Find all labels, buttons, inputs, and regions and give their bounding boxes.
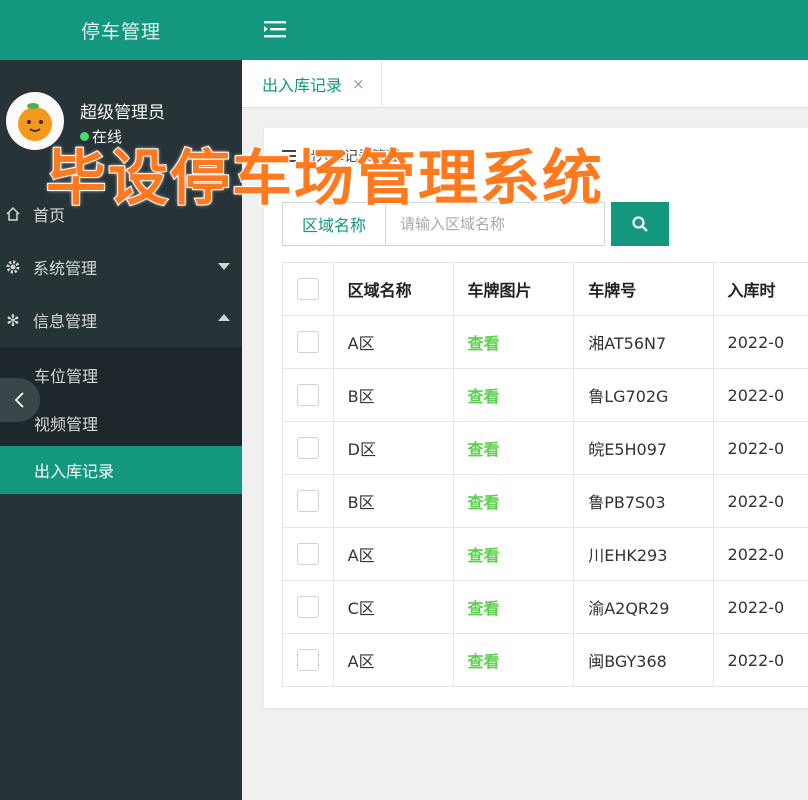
cell-image: 查看: [452, 580, 575, 634]
row-checkbox[interactable]: [297, 384, 319, 406]
view-image-link[interactable]: 查看: [468, 546, 500, 565]
cell-area: B区: [332, 474, 454, 528]
sidebar-item-label: 车位管理: [34, 367, 99, 386]
cell-image: 查看: [452, 474, 575, 528]
view-image-link[interactable]: 查看: [468, 334, 500, 353]
cell-area: A区: [332, 315, 454, 369]
sidebar-item-system[interactable]: 系统管理: [0, 241, 242, 293]
overlay-title: 毕设停车场管理系统: [45, 143, 604, 215]
search-button[interactable]: [611, 202, 669, 246]
sidebar-item-label: 出入库记录: [34, 462, 115, 481]
cell-area: A区: [332, 527, 454, 581]
row-select-cell: [282, 580, 334, 634]
home-icon: [5, 206, 21, 222]
view-image-link[interactable]: 查看: [468, 493, 500, 512]
row-select-cell: [282, 527, 334, 581]
brand-title: 停车管理: [0, 0, 242, 60]
row-checkbox[interactable]: [297, 437, 319, 459]
cell-plate: 渝A2QR29: [573, 580, 714, 634]
cell-image: 查看: [452, 421, 575, 475]
cell-time: 2022-0: [712, 633, 808, 687]
row-checkbox[interactable]: [297, 490, 319, 512]
view-image-link[interactable]: 查看: [468, 652, 500, 671]
view-image-link[interactable]: 查看: [468, 440, 500, 459]
view-image-link[interactable]: 查看: [468, 387, 500, 406]
column-header-time[interactable]: 入库时: [712, 262, 808, 316]
select-all-cell: [282, 262, 334, 316]
cell-plate: 川EHK293: [573, 527, 714, 581]
row-checkbox[interactable]: [297, 596, 319, 618]
cell-area: D区: [332, 421, 454, 475]
top-header: [242, 0, 808, 60]
user-name: 超级管理员: [80, 103, 165, 123]
column-header-area[interactable]: 区域名称: [332, 262, 454, 316]
row-checkbox[interactable]: [297, 331, 319, 353]
column-header-image[interactable]: 车牌图片: [452, 262, 575, 316]
cell-time: 2022-0: [712, 527, 808, 581]
select-all-checkbox[interactable]: [297, 278, 319, 300]
cell-plate: 鲁LG702G: [573, 368, 714, 422]
table-row: A区 查看 川EHK293 2022-0: [282, 527, 808, 581]
cell-time: 2022-0: [712, 421, 808, 475]
close-icon[interactable]: ×: [352, 75, 365, 93]
sidebar-item-label: 信息管理: [33, 312, 98, 331]
cell-plate: 鲁PB7S03: [573, 474, 714, 528]
snowflake-icon: ✻: [6, 310, 20, 330]
sidebar-item-records[interactable]: 出入库记录: [0, 446, 242, 494]
table-row: B区 查看 鲁LG702G 2022-0: [282, 368, 808, 422]
sidebar-item-label: 系统管理: [33, 259, 98, 278]
table-row: A区 查看 闽BGY368 2022-0: [282, 633, 808, 687]
sidebar-item-info[interactable]: ✻ 信息管理: [0, 294, 242, 346]
cell-plate: 闽BGY368: [573, 633, 714, 687]
tab-label: 出入库记录: [262, 76, 343, 95]
cell-area: B区: [332, 368, 454, 422]
cell-image: 查看: [452, 368, 575, 422]
table-row: A区 查看 湘AT56N7 2022-0: [282, 315, 808, 369]
sidebar: 停车管理 超级管理员 在线 首页 系统管理 ✻ 信息管理 车位管理 视频管理 出…: [0, 0, 242, 800]
submenu-info: 车位管理 视频管理 出入库记录: [0, 347, 242, 494]
chevron-left-icon: [14, 392, 24, 408]
cell-time: 2022-0: [712, 580, 808, 634]
view-image-link[interactable]: 查看: [468, 599, 500, 618]
gear-icon: [5, 259, 21, 275]
records-table: 区域名称 车牌图片 车牌号 入库时 A区 查看 湘AT56N7 2022-0 B…: [282, 262, 808, 687]
row-select-cell: [282, 633, 334, 687]
row-select-cell: [282, 474, 334, 528]
row-select-cell: [282, 368, 334, 422]
search-icon: [632, 216, 648, 232]
cell-plate: 皖E5H097: [573, 421, 714, 475]
table-row: C区 查看 渝A2QR29 2022-0: [282, 580, 808, 634]
column-header-plate[interactable]: 车牌号: [573, 262, 714, 316]
chevron-up-icon: [218, 314, 230, 321]
row-checkbox[interactable]: [297, 543, 319, 565]
cell-area: A区: [332, 633, 454, 687]
menu-toggle-icon[interactable]: [264, 19, 286, 39]
tab-records[interactable]: 出入库记录 ×: [242, 60, 382, 108]
chevron-down-icon: [218, 263, 230, 270]
row-select-cell: [282, 315, 334, 369]
sidebar-item-label: 视频管理: [34, 415, 99, 434]
row-checkbox[interactable]: [297, 649, 319, 671]
cell-time: 2022-0: [712, 368, 808, 422]
cell-time: 2022-0: [712, 315, 808, 369]
row-select-cell: [282, 421, 334, 475]
table-header-row: 区域名称 车牌图片 车牌号 入库时: [282, 262, 808, 316]
cell-area: C区: [332, 580, 454, 634]
tab-bar: 出入库记录 ×: [242, 60, 808, 108]
table-row: D区 查看 皖E5H097 2022-0: [282, 421, 808, 475]
cell-image: 查看: [452, 633, 575, 687]
cell-image: 查看: [452, 315, 575, 369]
cell-image: 查看: [452, 527, 575, 581]
cell-time: 2022-0: [712, 474, 808, 528]
cell-plate: 湘AT56N7: [573, 315, 714, 369]
table-row: B区 查看 鲁PB7S03 2022-0: [282, 474, 808, 528]
